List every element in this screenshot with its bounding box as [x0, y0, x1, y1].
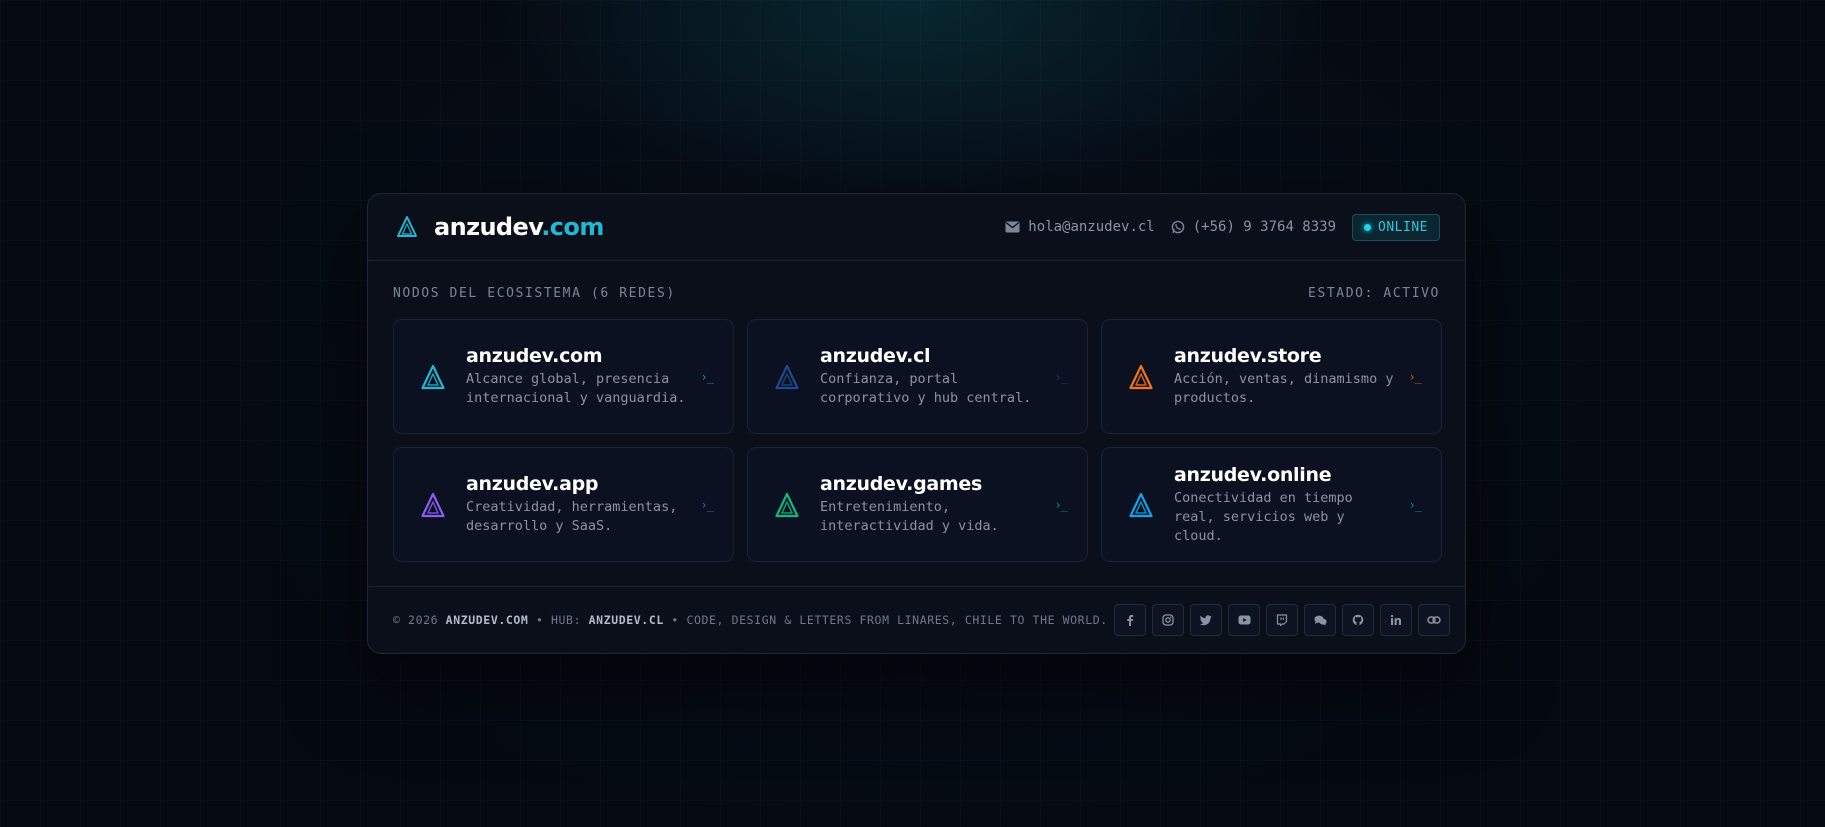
ecosystem-panel: anzudev.com hola@anzudev.cl (+56) 9 3764…: [367, 193, 1466, 654]
triangle-logo-icon: [1128, 491, 1154, 519]
brand-name: anzudev.com: [434, 213, 604, 241]
node-card-app[interactable]: anzudev.app Creatividad, herramientas, d…: [393, 447, 734, 562]
card-title: anzudev.app: [466, 473, 599, 495]
github-icon: [1352, 614, 1364, 626]
node-card-com[interactable]: anzudev.com Alcance global, presencia in…: [393, 319, 734, 434]
twitter-icon: [1200, 615, 1212, 626]
card-title: anzudev.cl: [820, 345, 931, 367]
card-desc: Alcance global, presencia internacional …: [466, 371, 686, 406]
twitter-button[interactable]: [1190, 604, 1222, 636]
triangle-logo-icon: [420, 363, 446, 391]
brand-main: anzudev: [434, 213, 542, 241]
node-card-online[interactable]: anzudev.online Conectividad en tiempo re…: [1101, 447, 1442, 562]
phone-text: (+56) 9 3764 8339: [1192, 219, 1337, 235]
instagram-icon: [1162, 614, 1174, 626]
header-contacts: hola@anzudev.cl (+56) 9 3764 8339 ONLINE: [1005, 213, 1440, 241]
linkedin-icon: [1390, 614, 1401, 625]
phone-link[interactable]: (+56) 9 3764 8339: [1171, 219, 1336, 235]
triangle-logo-icon: [420, 491, 446, 519]
status-text: ONLINE: [1378, 219, 1428, 235]
terminal-arrow-icon: ›_: [700, 497, 714, 512]
email-link[interactable]: hola@anzudev.cl: [1005, 219, 1155, 235]
node-card-cl[interactable]: anzudev.cl Confianza, portal corporativo…: [747, 319, 1088, 434]
section-state: ESTADO: ACTIVO: [1308, 286, 1440, 301]
envelope-icon: [1005, 221, 1020, 233]
twitch-icon: [1276, 614, 1288, 626]
footer-sep: • HUB:: [528, 613, 589, 627]
footer-text: © 2026 ANZUDEV.COM • HUB: ANZUDEV.CL • C…: [393, 613, 1108, 627]
card-desc: Entretenimiento, interactividad y vida.: [820, 499, 999, 534]
footer-copyright: © 2026: [393, 613, 446, 627]
email-text: hola@anzudev.cl: [1028, 219, 1155, 235]
status-badge: ONLINE: [1352, 213, 1440, 241]
panel-header: anzudev.com hola@anzudev.cl (+56) 9 3764…: [368, 194, 1465, 261]
terminal-arrow-icon: ›_: [1054, 497, 1068, 512]
footer-site-link[interactable]: ANZUDEV.COM: [446, 613, 529, 627]
footer-tagline: • CODE, DESIGN & LETTERS FROM LINARES, C…: [663, 613, 1108, 627]
github-button[interactable]: [1342, 604, 1374, 636]
triangle-logo-icon: [774, 491, 800, 519]
youtube-button[interactable]: [1228, 604, 1260, 636]
terminal-arrow-icon: ›_: [1408, 497, 1422, 512]
terminal-arrow-icon: ›_: [1408, 369, 1422, 384]
card-title: anzudev.store: [1174, 345, 1322, 367]
card-desc: Conectividad en tiempo real, servicios w…: [1174, 489, 1353, 544]
twitch-button[interactable]: [1266, 604, 1298, 636]
facebook-icon: [1127, 615, 1134, 626]
link-icon: [1427, 616, 1441, 624]
card-desc: Acción, ventas, dinamismo y productos.: [1174, 371, 1394, 406]
triangle-logo-icon: [774, 363, 800, 391]
card-title: anzudev.com: [466, 345, 603, 367]
nodes-grid: anzudev.com Alcance global, presencia in…: [393, 319, 1442, 562]
node-card-games[interactable]: anzudev.games Entretenimiento, interacti…: [747, 447, 1088, 562]
triangle-logo-icon: [396, 215, 418, 239]
status-dot: [1364, 223, 1372, 231]
youtube-icon: [1238, 615, 1250, 625]
footer-hub-link[interactable]: ANZUDEV.CL: [589, 613, 664, 627]
brand[interactable]: anzudev.com: [396, 213, 604, 241]
social-links: [1114, 604, 1450, 636]
chat-icon: [1313, 615, 1327, 626]
card-title: anzudev.games: [820, 473, 982, 495]
link-button[interactable]: [1418, 604, 1450, 636]
instagram-button[interactable]: [1152, 604, 1184, 636]
node-card-store[interactable]: anzudev.store Acción, ventas, dinamismo …: [1101, 319, 1442, 434]
card-desc: Confianza, portal corporativo y hub cent…: [820, 371, 1032, 406]
section-title: NODOS DEL ECOSISTEMA (6 REDES): [393, 286, 676, 301]
card-desc: Creatividad, herramientas, desarrollo y …: [466, 499, 678, 534]
terminal-arrow-icon: ›_: [700, 369, 714, 384]
panel-footer: © 2026 ANZUDEV.COM • HUB: ANZUDEV.CL • C…: [368, 586, 1465, 653]
facebook-button[interactable]: [1114, 604, 1146, 636]
card-title: anzudev.online: [1174, 463, 1332, 486]
section-head: NODOS DEL ECOSISTEMA (6 REDES) ESTADO: A…: [393, 286, 1440, 301]
brand-tld: .com: [541, 213, 604, 241]
terminal-arrow-icon: ›_: [1054, 369, 1068, 384]
triangle-logo-icon: [1128, 363, 1154, 391]
linkedin-button[interactable]: [1380, 604, 1412, 636]
whatsapp-icon: [1171, 220, 1185, 234]
chat-button[interactable]: [1304, 604, 1336, 636]
